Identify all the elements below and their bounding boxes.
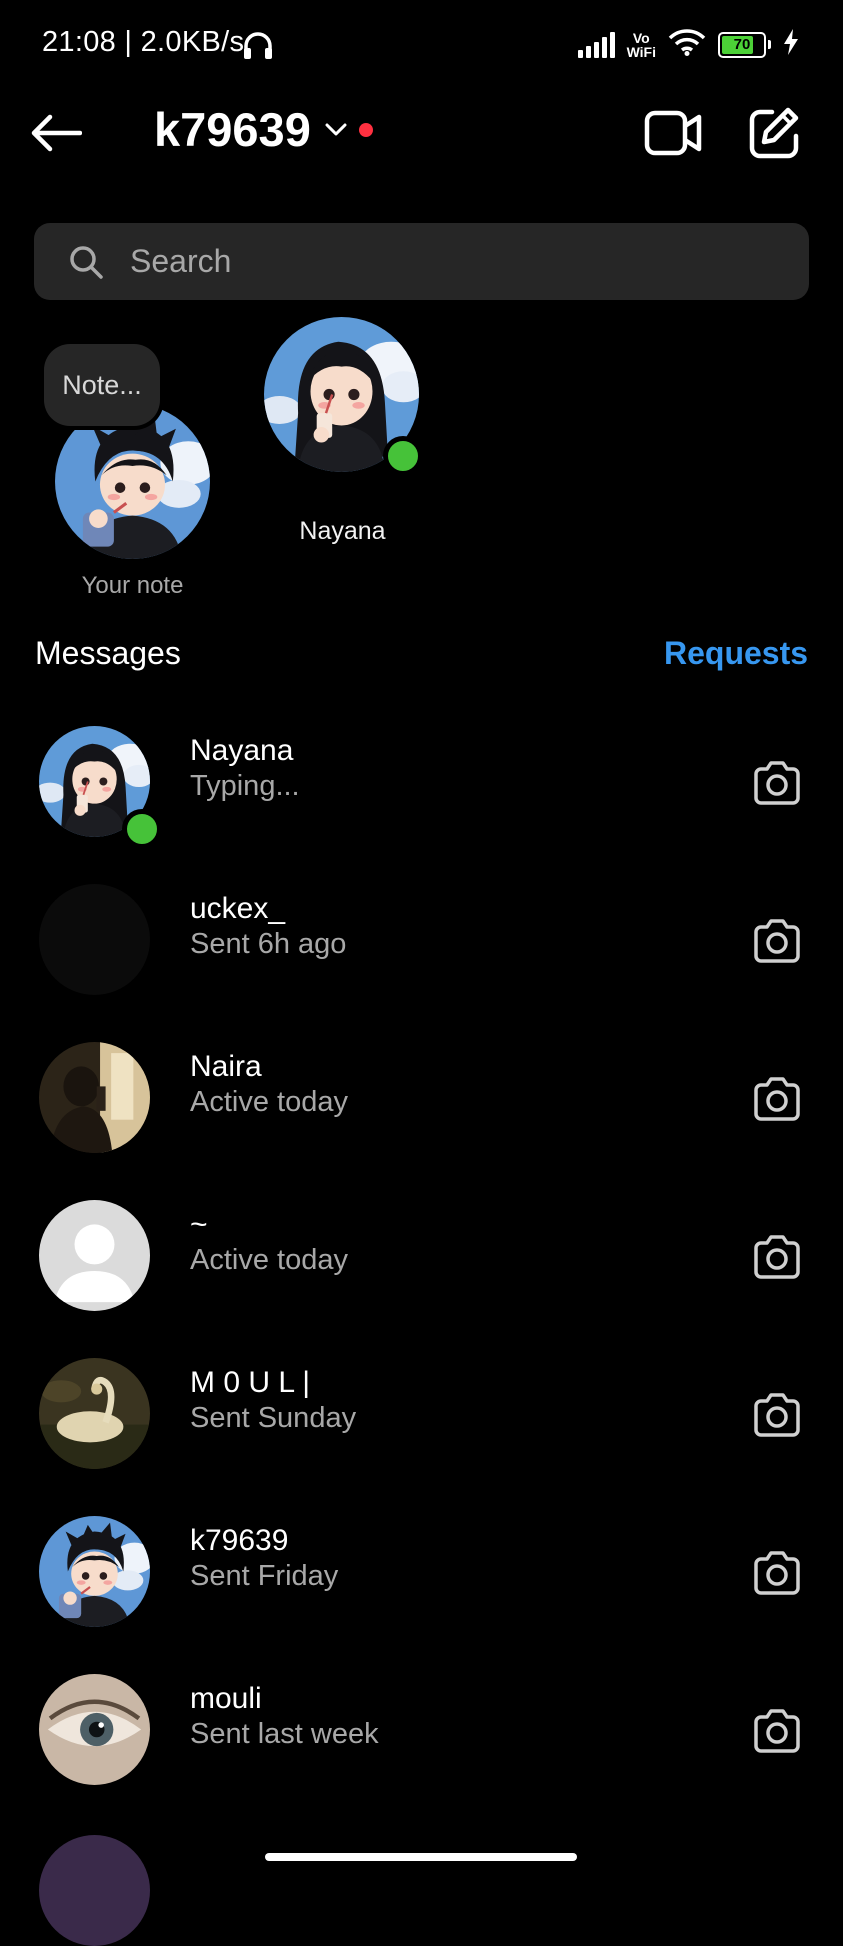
note-name: Nayana — [299, 517, 386, 545]
camera-button[interactable] — [752, 918, 802, 964]
thread-status: Sent Friday — [190, 1560, 339, 1592]
camera-button[interactable] — [752, 1076, 802, 1122]
thread-row[interactable]: k79639 Sent Friday — [0, 1494, 843, 1652]
vowifi-icon: Vo WiFi — [626, 29, 656, 60]
default-avatar — [39, 1200, 150, 1311]
camera-icon — [754, 1077, 800, 1121]
thread-status: Sent Sunday — [190, 1402, 357, 1434]
page-title: k79639 — [154, 103, 311, 156]
thread-name: Nayana — [190, 734, 294, 767]
search-bar[interactable] — [34, 223, 809, 300]
signal-icon — [577, 31, 615, 58]
thread-status: Sent 6h ago — [190, 928, 347, 960]
avatar — [39, 1042, 150, 1153]
status-time: 21:08 | 2.0KB/s — [42, 26, 245, 58]
thread-row[interactable]: ~ Active today — [0, 1178, 843, 1336]
requests-link[interactable]: Requests — [664, 635, 808, 672]
thread-status: Sent last week — [190, 1718, 379, 1750]
online-indicator — [122, 809, 162, 849]
camera-icon — [754, 919, 800, 963]
status-icons: Vo WiFi 70 — [577, 28, 799, 61]
battery-icon: 70 — [718, 31, 766, 58]
chevron-down-icon — [325, 123, 347, 135]
camera-button[interactable] — [752, 1708, 802, 1754]
back-button[interactable] — [30, 108, 90, 158]
video-call-button[interactable] — [644, 108, 702, 158]
online-indicator — [383, 436, 423, 476]
thread-name: M 0 U L | — [190, 1366, 311, 1399]
search-icon — [70, 245, 103, 279]
camera-icon — [754, 1393, 800, 1437]
video-camera-icon — [644, 110, 702, 156]
thread-name: k79639 — [190, 1524, 289, 1557]
your-note-avatar[interactable] — [55, 404, 210, 559]
your-note-label: Your note — [81, 572, 184, 599]
home-indicator[interactable] — [265, 1853, 577, 1861]
thread-status: Active today — [190, 1086, 348, 1118]
camera-icon — [754, 1709, 800, 1753]
camera-button[interactable] — [752, 760, 802, 806]
thread-status: Active today — [190, 1244, 348, 1276]
unread-dot — [358, 122, 373, 137]
new-message-button[interactable] — [748, 106, 800, 160]
headphones-icon — [241, 29, 275, 66]
camera-button[interactable] — [752, 1234, 802, 1280]
thread-status: Typing... — [190, 770, 300, 802]
avatar — [39, 1358, 150, 1469]
avatar — [39, 1835, 150, 1946]
search-input[interactable] — [128, 242, 732, 281]
thread-row[interactable]: uckex_ Sent 6h ago — [0, 862, 843, 1020]
thread-row[interactable]: M 0 U L | Sent Sunday — [0, 1336, 843, 1494]
compose-icon — [749, 107, 799, 159]
thread-row[interactable]: Nayana Typing... — [0, 704, 843, 862]
camera-icon — [754, 1551, 800, 1595]
note-bubble[interactable]: Note... — [44, 344, 160, 426]
camera-icon — [754, 1235, 800, 1279]
thread-row[interactable]: Naira Active today — [0, 1020, 843, 1178]
thread-name: ~ — [190, 1208, 208, 1241]
camera-button[interactable] — [752, 1392, 802, 1438]
avatar — [39, 1516, 150, 1627]
messages-heading: Messages — [35, 635, 181, 671]
account-switcher[interactable]: k79639 — [154, 102, 373, 157]
avatar — [39, 1674, 150, 1785]
camera-button[interactable] — [752, 1550, 802, 1596]
back-arrow-icon — [31, 114, 82, 152]
thread-name: Naira — [190, 1050, 262, 1083]
wifi-icon — [668, 28, 706, 61]
thread-name: uckex_ — [190, 892, 286, 925]
charging-icon — [783, 29, 799, 60]
thread-name: mouli — [190, 1682, 262, 1715]
avatar — [39, 884, 150, 995]
thread-row[interactable]: mouli Sent last week — [0, 1652, 843, 1810]
camera-icon — [754, 761, 800, 805]
